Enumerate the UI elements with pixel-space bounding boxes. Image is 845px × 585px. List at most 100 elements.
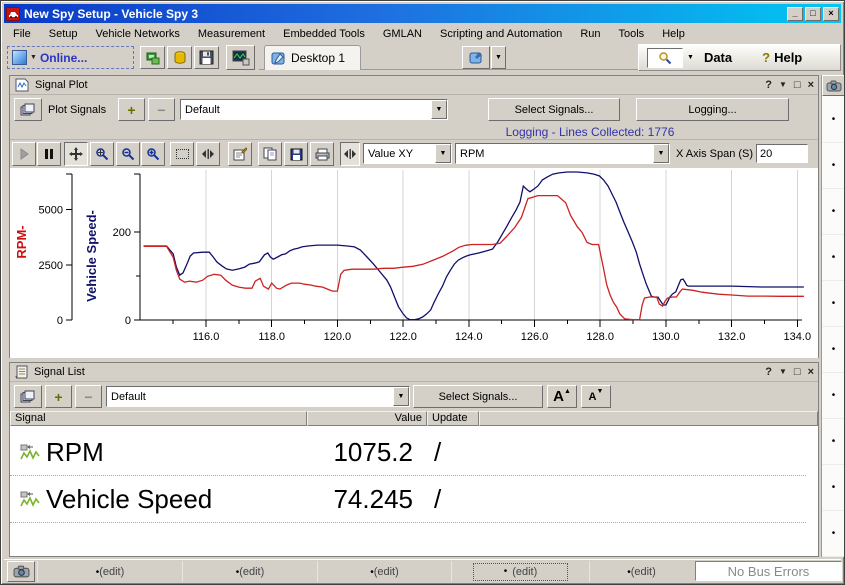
panel-dropdown-button[interactable]: ▼ — [779, 81, 787, 89]
zoom-in-button[interactable] — [141, 142, 165, 166]
chevron-down-icon[interactable]: ▼ — [687, 54, 694, 61]
panel-dropdown-button[interactable]: ▼ — [779, 368, 787, 376]
online-button[interactable]: ▼ Online... — [7, 46, 134, 69]
dock-slot[interactable]: • — [822, 327, 845, 373]
tab-desktop-1[interactable]: Desktop 1 — [264, 45, 361, 70]
pages-button[interactable] — [14, 98, 42, 121]
save-setup-button[interactable] — [194, 46, 219, 69]
signal-plot-canvas[interactable]: 116.0118.0120.0122.0124.0126.0128.0130.0… — [10, 168, 818, 358]
logging-button[interactable]: Logging... — [636, 98, 789, 121]
dock-slot[interactable]: • — [822, 419, 845, 465]
chevron-down-icon[interactable]: ▼ — [393, 387, 409, 406]
column-header-update[interactable]: Update — [427, 411, 479, 426]
signal-row-rpm[interactable]: RPM 1075.2 / — [10, 430, 806, 476]
plot-preset-combobox[interactable]: Default ▼ — [180, 99, 448, 120]
menu-item-gmlan[interactable]: GMLAN — [374, 26, 431, 42]
menu-item-measurement[interactable]: Measurement — [189, 26, 274, 42]
edit-tab[interactable]: •(edit) — [451, 561, 589, 582]
remove-signal-view-button[interactable]: − — [75, 385, 102, 408]
panel-help-button[interactable]: ? — [765, 367, 772, 378]
chevron-down-icon[interactable]: ▼ — [30, 54, 37, 61]
play-button[interactable] — [12, 142, 36, 166]
menu-item-file[interactable]: File — [4, 26, 40, 42]
add-signal-view-button[interactable]: + — [45, 385, 72, 408]
signal-plot-titlebar[interactable]: Signal Plot ? ▼ □ × — [10, 76, 818, 95]
signal-receive-icon — [20, 443, 40, 463]
chevron-down-icon[interactable]: ▼ — [653, 144, 669, 163]
panel-maximize-button[interactable]: □ — [794, 367, 801, 378]
dock-slot[interactable]: • — [822, 235, 845, 281]
plot-mode-value: Value XY — [364, 148, 435, 160]
panel-help-button[interactable]: ? — [765, 80, 772, 91]
chevron-down-icon[interactable]: ▼ — [431, 100, 447, 119]
plot-area[interactable]: 116.0118.0120.0122.0124.0126.0128.0130.0… — [10, 168, 818, 358]
panel-close-button[interactable]: × — [808, 367, 814, 378]
pause-button[interactable] — [37, 142, 61, 166]
panel-close-button[interactable]: × — [808, 80, 814, 91]
database-button[interactable] — [167, 46, 192, 69]
pages-button[interactable] — [14, 385, 42, 408]
zoom-out-button[interactable] — [116, 142, 140, 166]
title-bar[interactable]: New Spy Setup - Vehicle Spy 3 _ □ × — [4, 4, 841, 23]
edit-tab[interactable]: •(edit) — [317, 561, 451, 582]
font-decrease-button[interactable]: A▼ — [581, 385, 611, 408]
view-monitor-button[interactable] — [226, 45, 255, 70]
chevron-down-icon[interactable]: ▼ — [435, 144, 451, 163]
data-label[interactable]: Data — [704, 50, 732, 65]
plot-mode-combobox[interactable]: Value XY ▼ — [363, 143, 452, 164]
column-header-value[interactable]: Value — [307, 411, 427, 426]
select-signals-button[interactable]: Select Signals... — [413, 385, 543, 408]
select-signals-button[interactable]: Select Signals... — [488, 98, 620, 121]
minimize-button[interactable]: _ — [787, 7, 803, 21]
vehicle-networks-button[interactable] — [140, 46, 165, 69]
menu-item-embedded-tools[interactable]: Embedded Tools — [274, 26, 374, 42]
capture-button[interactable] — [822, 75, 845, 96]
dock-slot[interactable]: • — [822, 189, 845, 235]
menu-item-run[interactable]: Run — [571, 26, 609, 42]
print-button[interactable] — [310, 142, 334, 166]
maximize-button[interactable]: □ — [805, 7, 821, 21]
help-label[interactable]: Help — [774, 50, 802, 65]
font-increase-button[interactable]: A▲ — [547, 385, 577, 408]
save-plot-button[interactable] — [284, 142, 308, 166]
edit-tab[interactable]: •(edit) — [37, 561, 182, 582]
dock-slot[interactable]: • — [822, 143, 845, 189]
marquee-select-button[interactable] — [170, 142, 194, 166]
properties-button[interactable] — [228, 142, 252, 166]
zoom-select-button[interactable] — [90, 142, 114, 166]
dock-slot[interactable]: • — [822, 373, 845, 419]
panel-maximize-button[interactable]: □ — [794, 80, 801, 91]
dock-slot[interactable]: • — [822, 511, 845, 557]
remove-plot-button[interactable]: − — [148, 98, 175, 121]
x-axis-span-input[interactable] — [756, 144, 808, 163]
docking-strip[interactable]: •••••••••• — [821, 75, 844, 557]
capture-button[interactable] — [7, 561, 35, 582]
svg-text:0: 0 — [57, 315, 63, 327]
plot-signal-combobox[interactable]: RPM ▼ — [455, 143, 670, 164]
menu-item-tools[interactable]: Tools — [610, 26, 654, 42]
snap-extents-button[interactable] — [340, 142, 360, 166]
copy-button[interactable] — [258, 142, 282, 166]
svg-text:132.0: 132.0 — [718, 331, 746, 343]
signal-list-titlebar[interactable]: Signal List ? ▼ □ × — [10, 363, 818, 382]
search-box[interactable] — [647, 48, 683, 68]
menu-item-help[interactable]: Help — [653, 26, 694, 42]
edit-tab[interactable]: •(edit) — [589, 561, 693, 582]
dock-slot[interactable]: • — [822, 281, 845, 327]
menu-item-setup[interactable]: Setup — [40, 26, 87, 42]
list-preset-combobox[interactable]: Default ▼ — [106, 386, 410, 407]
signal-value: 74.245 — [333, 484, 413, 515]
pan-button[interactable] — [64, 142, 88, 166]
close-button[interactable]: × — [823, 7, 839, 21]
add-plot-button[interactable]: + — [118, 98, 145, 121]
dock-slot[interactable]: • — [822, 97, 845, 143]
edit-tab[interactable]: •(edit) — [182, 561, 317, 582]
signal-row-vehicle-speed[interactable]: Vehicle Speed 74.245 / — [10, 477, 806, 523]
dock-slot[interactable]: • — [822, 465, 845, 511]
menu-item-vehicle-networks[interactable]: Vehicle Networks — [86, 26, 188, 42]
column-header-signal[interactable]: Signal — [10, 411, 307, 426]
desktop-switch-dropdown[interactable]: ▼ — [491, 46, 506, 69]
fit-width-button[interactable] — [196, 142, 220, 166]
desktop-switch-button[interactable] — [462, 46, 490, 69]
menu-item-scripting-and-automation[interactable]: Scripting and Automation — [431, 26, 571, 42]
